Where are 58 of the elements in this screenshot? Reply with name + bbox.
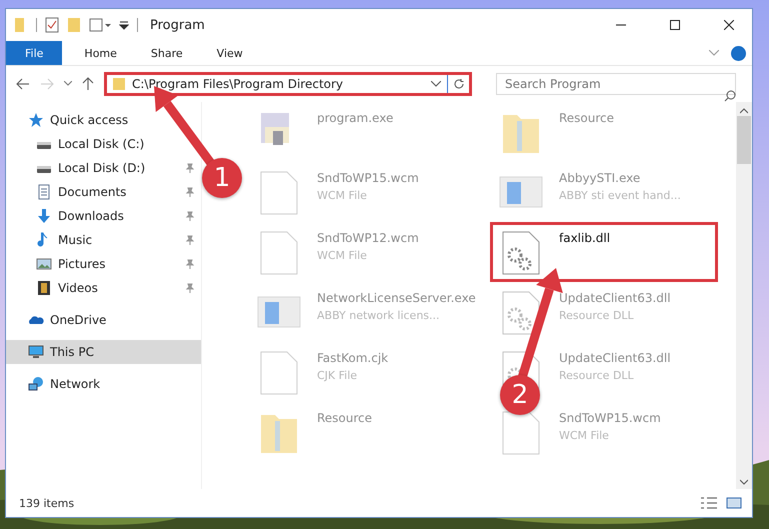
- view-options-icon[interactable]: [89, 17, 111, 33]
- search-field[interactable]: Search Program: [496, 73, 736, 95]
- back-button[interactable]: [16, 78, 30, 90]
- scroll-up-icon[interactable]: [740, 108, 748, 114]
- ribbon-tab[interactable]: Home: [70, 41, 131, 65]
- refresh-icon[interactable]: [452, 78, 464, 90]
- scroll-down-icon[interactable]: [740, 479, 748, 485]
- sidebar-item[interactable]: This PC: [6, 340, 201, 364]
- file-type: Resource DLL: [559, 309, 635, 322]
- sidebar-item[interactable]: Music: [6, 228, 201, 252]
- pin-icon: [185, 259, 195, 269]
- file-type: WCM File: [317, 249, 368, 262]
- folder-icon: [112, 77, 126, 91]
- sidebar-item[interactable]: Pictures: [6, 252, 201, 276]
- picture-icon: [36, 256, 52, 272]
- ribbon-tab[interactable]: Share: [136, 41, 197, 65]
- download-icon: [36, 208, 52, 224]
- file-type: ABBY sti event hand...: [559, 189, 681, 202]
- film-icon: [36, 280, 52, 296]
- expand-ribbon-icon[interactable]: [709, 50, 719, 56]
- file-type: ABBY network licens...: [317, 309, 441, 322]
- address-bar[interactable]: C:\Program Files\Program Directory: [104, 72, 472, 96]
- document-icon: [36, 184, 52, 200]
- sidebar-item[interactable]: Quick access: [6, 108, 201, 132]
- pin-icon: [185, 163, 195, 173]
- scrollbar-thumb[interactable]: [737, 116, 751, 164]
- sidebar-item[interactable]: Videos: [6, 276, 201, 300]
- help-icon[interactable]: [731, 46, 746, 60]
- file-name[interactable]: faxlib.dll: [559, 231, 610, 245]
- sidebar-item[interactable]: Network: [6, 372, 201, 396]
- dropdown-icon[interactable]: [431, 81, 441, 87]
- maximize-icon[interactable]: [670, 20, 680, 30]
- window-title: Program: [150, 18, 205, 32]
- properties-icon[interactable]: [45, 17, 59, 33]
- file-type: WCM File: [317, 189, 368, 202]
- up-button[interactable]: [82, 77, 94, 91]
- file-type: CJK File: [317, 369, 358, 382]
- sidebar-item[interactable]: Local Disk (D:): [6, 156, 201, 180]
- file-type: Resource DLL: [559, 369, 635, 382]
- file-menu-button[interactable]: File: [6, 41, 62, 65]
- ribbon-tab[interactable]: View: [202, 41, 257, 65]
- pin-icon: [185, 235, 195, 245]
- item-count: 139 items: [19, 496, 74, 510]
- large-icons-view-icon[interactable]: [726, 496, 742, 510]
- sidebar-item[interactable]: Documents: [6, 180, 201, 204]
- pin-icon: [185, 187, 195, 197]
- pin-icon: [185, 283, 195, 293]
- recent-locations-button[interactable]: [64, 81, 72, 87]
- sidebar-item[interactable]: OneDrive: [6, 308, 201, 332]
- monitor-icon: [28, 344, 44, 360]
- network-icon: [28, 376, 44, 392]
- file-type: WCM File: [559, 429, 610, 442]
- pin-icon: [185, 211, 195, 221]
- sidebar-item[interactable]: Downloads: [6, 204, 201, 228]
- close-icon[interactable]: [724, 20, 734, 30]
- details-view-icon[interactable]: [700, 496, 718, 510]
- star-icon: [28, 112, 44, 128]
- sidebar-item[interactable]: Local Disk (C:): [6, 132, 201, 156]
